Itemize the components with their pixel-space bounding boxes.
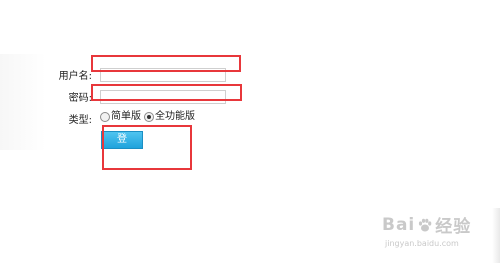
watermark-logo: Bai 经验	[382, 212, 472, 238]
radio-simple-button[interactable]	[100, 112, 110, 122]
radio-full[interactable]: 全功能版	[144, 111, 195, 123]
username-input[interactable]	[100, 68, 226, 82]
radio-full-button[interactable]	[144, 112, 154, 122]
watermark-url: jingyan.baidu.com	[385, 239, 459, 248]
username-label: 用户名:	[58, 71, 92, 82]
login-button[interactable]: 登 陆	[101, 131, 143, 161]
radio-simple[interactable]: 简单版	[100, 111, 141, 123]
watermark-text-left: Bai	[382, 214, 416, 235]
paw-icon	[419, 218, 432, 231]
password-label: 密码:	[68, 93, 92, 104]
watermark-text-right: 经验	[435, 217, 472, 237]
type-label: 类型:	[68, 115, 92, 126]
watermark: Bai 经验 jingyan.baidu.com	[382, 212, 472, 249]
login-page: 用户名: 密码: 类型: 简单版 全功能版 登 陆 Bai 经验 jingyan…	[0, 0, 500, 263]
type-radio-group: 简单版 全功能版	[100, 111, 198, 123]
radio-full-label: 全功能版	[155, 111, 195, 122]
right-edge-shade	[492, 208, 500, 263]
password-input[interactable]	[100, 90, 226, 104]
radio-simple-label: 简单版	[111, 111, 141, 122]
